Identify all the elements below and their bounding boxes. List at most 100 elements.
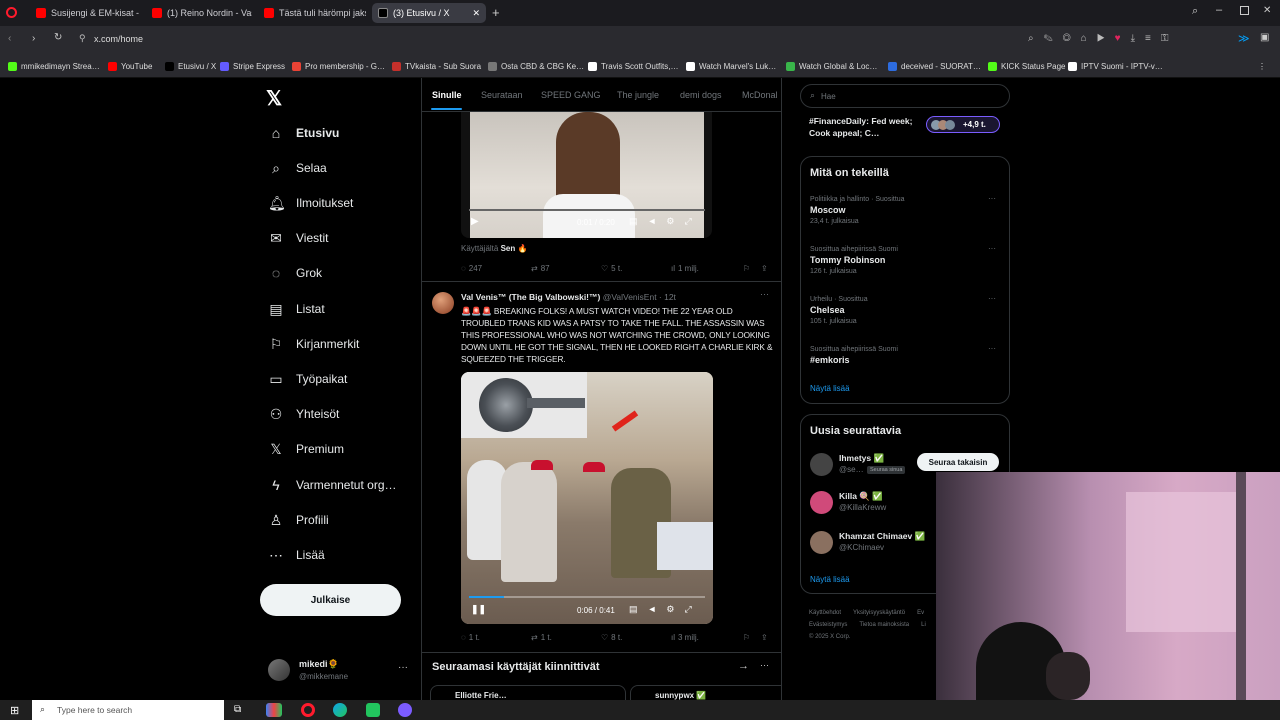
browser-tab-4[interactable]: (3) Etusivu / X ✕	[372, 3, 486, 23]
nav-item-selaa[interactable]: ⌕ Selaa	[268, 156, 327, 180]
account-switcher[interactable]: mikedi🌻 @mikkemane ···	[268, 657, 408, 685]
arrow-right-icon[interactable]: →	[738, 660, 749, 672]
edge-taskbar-icon[interactable]	[333, 703, 347, 717]
x-logo[interactable]: 𝕏	[266, 86, 282, 111]
footer-link[interactable]: Li	[921, 622, 926, 628]
pinned-card-2[interactable]: sunnypwx ✅	[630, 685, 781, 700]
browser-tab-2[interactable]: (1) Reino Nordin - Vasem	[146, 3, 252, 23]
nav-item-grok[interactable]: ◌ Grok	[268, 261, 322, 285]
url-field[interactable]: x.com/home	[94, 34, 143, 44]
reload-icon[interactable]: ↻	[54, 32, 62, 43]
views-button[interactable]: ıl 3 milj.	[671, 633, 699, 642]
nav-item-viestit[interactable]: ✉ Viestit	[268, 226, 328, 250]
close-tab-icon[interactable]: ✕	[472, 8, 480, 19]
play-icon[interactable]: ▶	[471, 216, 479, 227]
trend-item[interactable]: Suosittua aihepiirissä Suomi Tommy Robins…	[810, 244, 996, 275]
bookmark-item[interactable]: deceived - SUORAT…	[888, 58, 981, 74]
bookmark-button[interactable]: ⚐	[743, 633, 750, 642]
trend-more-icon[interactable]: ···	[988, 344, 996, 353]
trend-item[interactable]: Politiikka ja hallinto · Suosittua Moscow…	[810, 194, 996, 225]
trend-more-icon[interactable]: ···	[988, 244, 996, 253]
bookmarks-overflow-icon[interactable]: ⋮	[1258, 58, 1266, 74]
search-box[interactable]: ⌕ Hae	[800, 84, 1010, 108]
trend-more-icon[interactable]: ···	[988, 294, 996, 303]
tweet-author[interactable]: Val Venis™ (The Big Valbowski!™)	[461, 292, 600, 302]
video-controls-icons[interactable]: ▤◄⚙⤢	[629, 604, 702, 615]
bookmark-item[interactable]: YouTube	[108, 58, 152, 74]
nav-item-etusivu[interactable]: ⌂ Etusivu	[268, 121, 340, 145]
nav-item-varmennetut-org-[interactable]: ϟ Varmennetut org…	[268, 473, 396, 497]
bookmark-item[interactable]: Travis Scott Outfits,…	[588, 58, 679, 74]
feed-tab[interactable]: Sinulle	[432, 90, 462, 100]
trend-item[interactable]: Urheilu · Suosittua Chelsea 105 t. julkais…	[810, 294, 996, 325]
feed-tab[interactable]: demi dogs	[680, 90, 722, 100]
address-toolbar-icons[interactable]: ⌕✎◎⌂▶♥⤓≡⚿	[1028, 33, 1178, 44]
video-progress[interactable]	[469, 596, 705, 598]
repost-button[interactable]: ⇄ 1 t.	[531, 633, 552, 642]
close-window-icon[interactable]: ✕	[1263, 5, 1271, 16]
show-more-link[interactable]: Näytä lisää	[810, 384, 850, 393]
site-info-icon[interactable]: ⚲	[79, 33, 86, 44]
nav-item-profiili[interactable]: ♙ Profiili	[268, 508, 329, 532]
video-player-2[interactable]: ❚❚ 0:06 / 0:41 ▤◄⚙⤢	[461, 372, 713, 624]
nav-item-työpaikat[interactable]: ▭ Työpaikat	[268, 367, 347, 391]
like-button[interactable]: ♡ 5 t.	[601, 264, 622, 273]
search-tabs-icon[interactable]: ⌕	[1192, 5, 1198, 18]
share-button[interactable]: ⇪	[761, 633, 768, 642]
bookmark-item[interactable]: Stripe Express	[220, 58, 285, 74]
finance-avatars-badge[interactable]: +4,9 t.	[926, 116, 1000, 133]
nav-item-lisää[interactable]: ⋯ Lisää	[268, 543, 325, 567]
video-controls-icons[interactable]: ▤◄⚙⤢	[629, 216, 702, 227]
bookmark-item[interactable]: IPTV Suomi - IPTV-v…	[1068, 58, 1163, 74]
bookmark-item[interactable]: TVkaista - Sub Suora	[392, 58, 481, 74]
like-button[interactable]: ♡ 8 t.	[601, 633, 622, 642]
feed-tab[interactable]: Seurataan	[481, 90, 523, 100]
taskbar-search[interactable]: ⌕ Type here to search	[32, 700, 224, 720]
nav-item-yhteisöt[interactable]: ⚇ Yhteisöt	[268, 402, 340, 426]
bookmark-item[interactable]: Osta CBD & CBG Ke…	[488, 58, 584, 74]
post-button[interactable]: Julkaise	[260, 584, 401, 616]
pinned-more-icon[interactable]: ···	[760, 660, 769, 670]
bookmark-item[interactable]: Watch Global & Loc…	[786, 58, 877, 74]
nav-item-premium[interactable]: 𝕏 Premium	[268, 437, 344, 461]
follow-back-button[interactable]: Seuraa takaisin	[917, 453, 999, 471]
browser-tab-3[interactable]: Tästä tuli härömpi jakso! F	[258, 3, 366, 23]
trend-more-icon[interactable]: ···	[988, 194, 996, 203]
reply-button[interactable]: ◌ 1 t.	[461, 633, 480, 642]
extensions-icon[interactable]: ▣	[1260, 32, 1269, 43]
pause-icon[interactable]: ❚❚	[471, 604, 486, 615]
follow-show-more[interactable]: Näytä lisää	[810, 575, 850, 584]
footer-link[interactable]: © 2025 X Corp.	[809, 634, 850, 640]
back-icon[interactable]: ‹	[8, 33, 11, 44]
browser-tab-1[interactable]: Susijengi & EM-kisat - You	[30, 3, 140, 23]
bookmark-button[interactable]: ⚐	[743, 264, 750, 273]
feed-tab[interactable]: The jungle	[617, 90, 659, 100]
app-taskbar-icon[interactable]	[366, 703, 380, 717]
opera-logo-icon[interactable]	[6, 7, 17, 18]
feed-tab[interactable]: SPEED GANG	[541, 90, 601, 100]
video-player-1[interactable]: ▶ 0:01 / 0:20 ▤◄⚙⤢	[461, 112, 712, 238]
pinned-card-1[interactable]: Elliotte Frie…	[430, 685, 626, 700]
finance-trend[interactable]: #FinanceDaily: Fed week; Cook appeal; C…	[809, 115, 929, 139]
task-view-icon[interactable]: ⧉	[234, 704, 241, 715]
nav-item-kirjanmerkit[interactable]: ⚐ Kirjanmerkit	[268, 332, 360, 356]
aria-icon[interactable]: ≫	[1238, 32, 1250, 45]
more-icon[interactable]: ···	[398, 662, 408, 673]
tweet-more-icon[interactable]: ···	[760, 289, 769, 299]
bookmark-item[interactable]: mmikedimayn Strea…	[8, 58, 100, 74]
forward-icon[interactable]: ›	[32, 33, 35, 44]
discord-taskbar-icon[interactable]	[398, 703, 412, 717]
nav-item-listat[interactable]: ▤ Listat	[268, 297, 324, 321]
caption-user[interactable]: Sen 🔥	[501, 244, 528, 253]
footer-link[interactable]: Ev	[917, 610, 924, 616]
footer-link[interactable]: Yksityisyyskäytäntö	[853, 610, 905, 616]
opera-taskbar-icon[interactable]	[301, 703, 315, 717]
windows-start-icon[interactable]: ⊞	[10, 704, 19, 717]
footer-link[interactable]: Tietoa mainoksista	[859, 622, 909, 628]
feed-tab[interactable]: McDonal	[742, 90, 778, 100]
bookmark-item[interactable]: KICK Status Page	[988, 58, 1065, 74]
share-button[interactable]: ⇪	[761, 264, 768, 273]
tweet-handle[interactable]: @ValVenisEnt · 12t	[603, 292, 676, 302]
nav-item-ilmoitukset[interactable]: 🔔︎ Ilmoitukset	[268, 191, 353, 215]
trend-item[interactable]: Suosittua aihepiirissä Suomi #emkoris ···	[810, 344, 996, 368]
